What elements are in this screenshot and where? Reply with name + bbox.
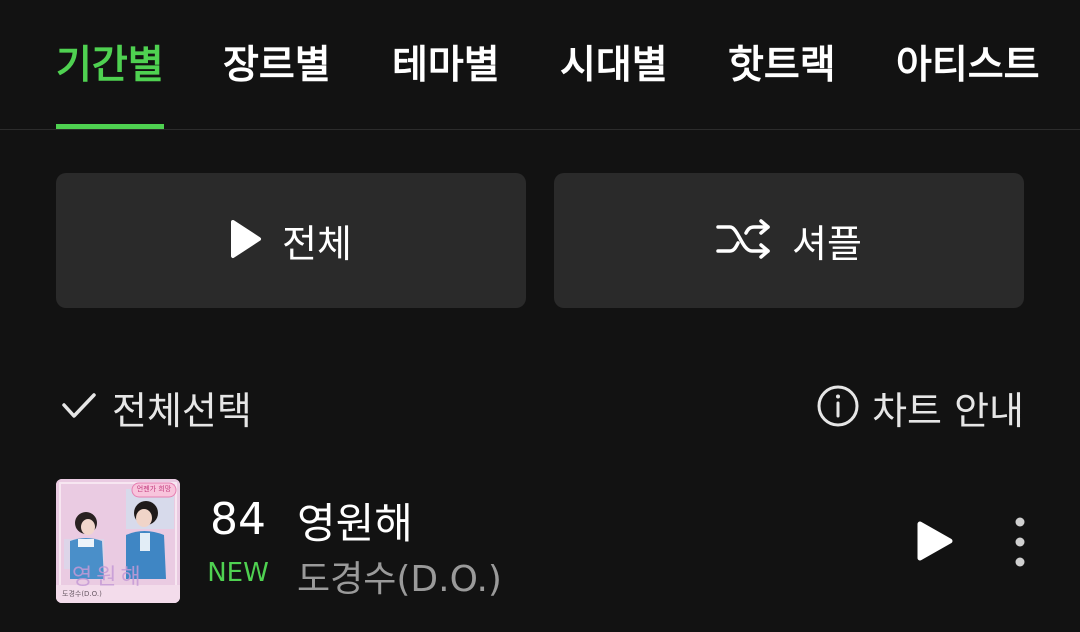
chart-info-label: 차트 안내 bbox=[872, 389, 1024, 433]
tab-theme[interactable]: 테마별 bbox=[392, 34, 500, 129]
chart-category-tabs: 기간별 장르별 테마별 시대별 핫트랙 아티스트 bbox=[0, 0, 1080, 130]
song-rank: 84 bbox=[210, 494, 266, 545]
tab-label: 시대별 bbox=[560, 43, 668, 88]
chart-info-button[interactable]: 차트 안내 bbox=[816, 380, 1024, 435]
check-icon bbox=[60, 391, 98, 425]
song-title: 영원해 bbox=[297, 499, 413, 548]
rank-change-badge: NEW bbox=[207, 558, 269, 588]
tab-hot-track[interactable]: 핫트랙 bbox=[728, 34, 836, 129]
active-tab-indicator bbox=[56, 124, 164, 129]
song-play-button[interactable] bbox=[908, 516, 958, 566]
tab-label: 장르별 bbox=[223, 43, 331, 88]
tab-label: 기간별 bbox=[56, 43, 164, 88]
shuffle-label: 셔플 bbox=[792, 222, 862, 266]
play-all-button[interactable]: 전체 bbox=[56, 173, 526, 308]
tab-label: 핫트랙 bbox=[728, 43, 836, 88]
tab-label: 테마별 bbox=[392, 43, 500, 88]
tab-artist[interactable]: 아티스트 bbox=[896, 34, 1040, 129]
cover-artist-text: 도경수(D.O.) bbox=[62, 590, 102, 598]
song-more-button[interactable] bbox=[1000, 514, 1040, 570]
tab-era[interactable]: 시대별 bbox=[560, 34, 668, 129]
select-all-label: 전체선택 bbox=[112, 389, 252, 433]
select-all-toggle[interactable]: 전체선택 bbox=[60, 380, 252, 435]
shuffle-button[interactable]: 셔플 bbox=[554, 173, 1024, 308]
tab-genre[interactable]: 장르별 bbox=[223, 34, 331, 129]
more-vertical-icon bbox=[1000, 517, 1040, 574]
song-artist: 도경수(D.O.) bbox=[297, 559, 502, 600]
shuffle-icon bbox=[716, 218, 772, 263]
play-icon bbox=[908, 521, 958, 570]
album-cover[interactable]: 언젠가 희망 영원해 도경수(D.O.) bbox=[56, 479, 180, 603]
cover-title-text: 영원해 bbox=[72, 565, 145, 590]
play-all-label: 전체 bbox=[282, 222, 352, 266]
song-list-item[interactable]: 언젠가 희망 영원해 도경수(D.O.) 84 NEW 영원해 도경수(D.O.… bbox=[0, 470, 1080, 620]
chart-page: 기간별 장르별 테마별 시대별 핫트랙 아티스트 전체 셔플 전체선택 차트 안… bbox=[0, 0, 1080, 632]
tab-period[interactable]: 기간별 bbox=[56, 34, 164, 129]
cover-badge-text: 언젠가 희망 bbox=[136, 485, 172, 493]
info-icon bbox=[816, 384, 860, 432]
tab-label: 아티스트 bbox=[896, 43, 1040, 88]
play-icon bbox=[230, 219, 262, 263]
